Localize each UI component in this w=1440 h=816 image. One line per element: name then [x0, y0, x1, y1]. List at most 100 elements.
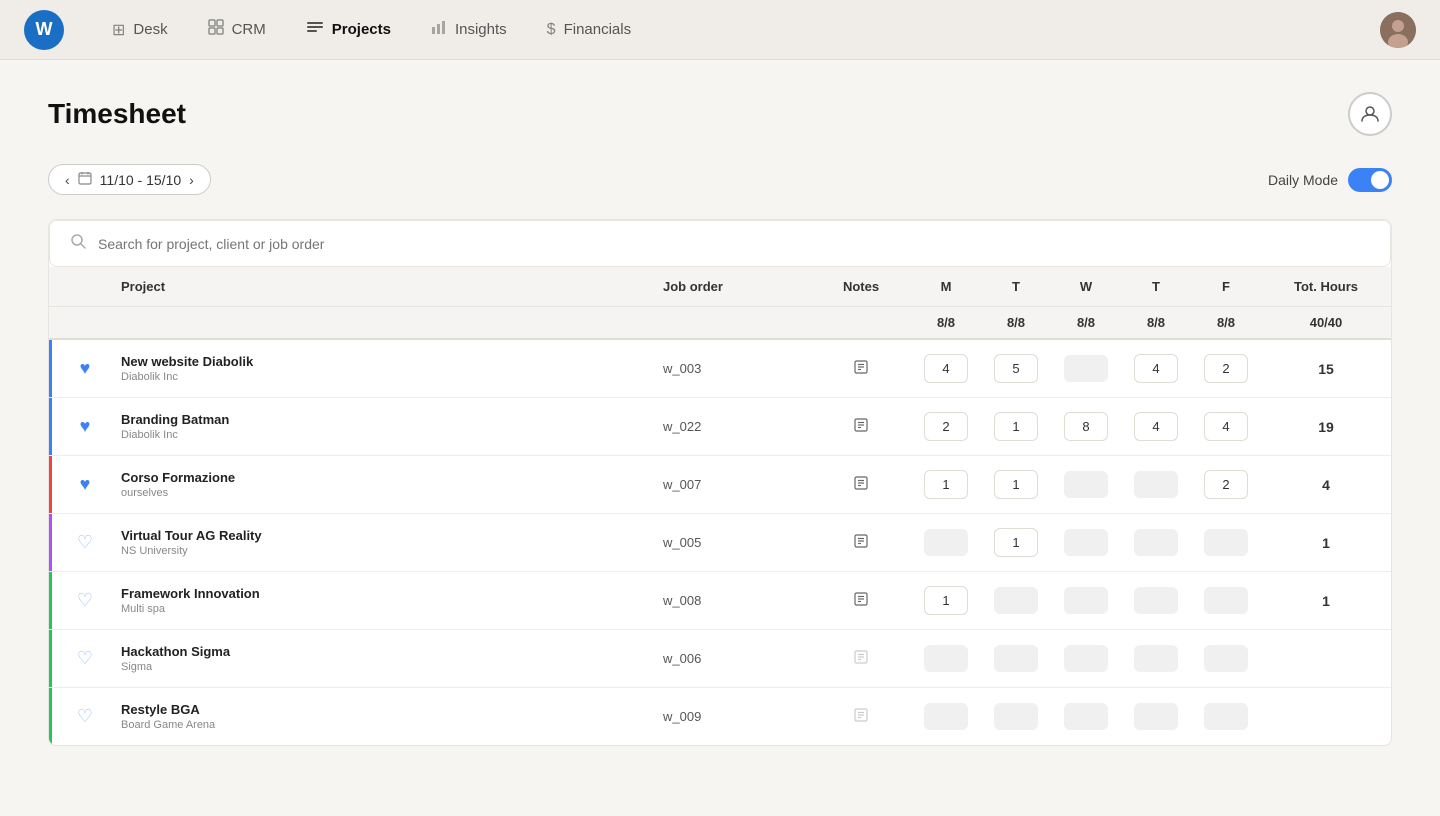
nav-desk[interactable]: ⊞ Desk [96, 12, 184, 48]
project-name: Branding Batman [121, 412, 643, 427]
nav-projects[interactable]: Projects [290, 10, 407, 49]
hours-cell[interactable]: 2 [1204, 354, 1248, 383]
fav-outline-icon[interactable]: ♡ [69, 648, 101, 669]
fav-outline-icon[interactable]: ♡ [69, 590, 101, 611]
total-m: 8/8 [911, 307, 981, 338]
cell-t2 [1121, 689, 1191, 744]
hours-cell[interactable]: 1 [994, 470, 1038, 499]
hours-cell-empty[interactable] [1064, 587, 1108, 614]
project-name: Framework Innovation [121, 586, 643, 601]
notes-icon[interactable] [853, 362, 869, 379]
hours-cell-empty[interactable] [1134, 587, 1178, 614]
job-order-cell: w_007 [651, 463, 811, 506]
notes-icon[interactable] [853, 536, 869, 553]
fav-filled-icon[interactable]: ♥ [69, 416, 101, 437]
notes-cell [811, 635, 911, 683]
cell-t2 [1121, 515, 1191, 570]
hours-cell-empty[interactable] [1064, 529, 1108, 556]
table-rows: ♥ New website Diabolik Diabolik Inc w_00… [49, 340, 1391, 745]
fav-outline-icon[interactable]: ♡ [69, 706, 101, 727]
notes-cell [811, 403, 911, 451]
nav-items: ⊞ Desk CRM Projects Insights $ Financial… [96, 10, 1380, 49]
notes-icon[interactable] [853, 710, 869, 727]
hours-cell-empty[interactable] [1064, 471, 1108, 498]
hours-cell-empty[interactable] [1134, 471, 1178, 498]
hours-cell-empty[interactable] [1204, 703, 1248, 730]
hours-cell[interactable]: 1 [994, 528, 1038, 557]
hours-cell[interactable]: 5 [994, 354, 1038, 383]
app-logo[interactable]: W [24, 10, 64, 50]
notes-icon[interactable] [853, 478, 869, 495]
row-indicator [49, 514, 52, 571]
cell-w: 8 [1051, 398, 1121, 455]
nav-insights[interactable]: Insights [415, 11, 523, 48]
hours-cell-empty[interactable] [1204, 587, 1248, 614]
cell-f [1191, 689, 1261, 744]
table-row: ♡ Restyle BGA Board Game Arena w_009 [49, 688, 1391, 745]
hours-cell-empty[interactable] [1064, 355, 1108, 382]
fav-outline-icon[interactable]: ♡ [69, 532, 101, 553]
col-m: M [911, 267, 981, 306]
hours-cell-empty[interactable] [924, 529, 968, 556]
project-client: NS University [121, 545, 643, 557]
search-input[interactable] [98, 236, 1370, 252]
hours-cell-empty[interactable] [994, 703, 1038, 730]
hours-cell-empty[interactable] [924, 703, 968, 730]
hours-cell-empty[interactable] [994, 587, 1038, 614]
nav-financials[interactable]: $ Financials [531, 13, 647, 47]
project-client: Board Game Arena [121, 719, 643, 731]
hours-cell[interactable]: 4 [1134, 412, 1178, 441]
totals-row: 8/8 8/8 8/8 8/8 8/8 40/40 [49, 307, 1391, 340]
notes-icon[interactable] [853, 652, 869, 669]
project-cell: Virtual Tour AG Reality NS University [109, 514, 651, 571]
job-order-cell: w_006 [651, 637, 811, 680]
hours-cell[interactable]: 2 [1204, 470, 1248, 499]
next-date-arrow[interactable]: › [189, 172, 194, 188]
notes-icon[interactable] [853, 594, 869, 611]
hours-cell[interactable]: 4 [1134, 354, 1178, 383]
cell-total [1261, 703, 1391, 731]
hours-cell-empty[interactable] [1064, 703, 1108, 730]
date-range-picker[interactable]: ‹ 11/10 - 15/10 › [48, 164, 211, 195]
hours-cell[interactable]: 1 [924, 586, 968, 615]
hours-cell-empty[interactable] [994, 645, 1038, 672]
hours-cell-empty[interactable] [1064, 645, 1108, 672]
hours-cell[interactable]: 8 [1064, 412, 1108, 441]
cell-w [1051, 457, 1121, 512]
cell-w [1051, 631, 1121, 686]
fav-filled-icon[interactable]: ♥ [69, 474, 101, 495]
hours-cell[interactable]: 4 [924, 354, 968, 383]
hours-cell-empty[interactable] [1134, 645, 1178, 672]
hours-cell[interactable]: 2 [924, 412, 968, 441]
hours-cell-empty[interactable] [1134, 703, 1178, 730]
hours-cell[interactable]: 1 [994, 412, 1038, 441]
hours-cell-empty[interactable] [1204, 529, 1248, 556]
project-name: Virtual Tour AG Reality [121, 528, 643, 543]
hours-cell-empty[interactable] [924, 645, 968, 672]
user-avatar[interactable] [1380, 12, 1416, 48]
fav-filled-icon[interactable]: ♥ [69, 358, 101, 379]
cell-total [1261, 645, 1391, 673]
cell-f [1191, 515, 1261, 570]
notes-icon[interactable] [853, 420, 869, 437]
project-cell: New website Diabolik Diabolik Inc [109, 340, 651, 397]
hours-cell-empty[interactable] [1134, 529, 1178, 556]
cell-total: 1 [1261, 521, 1391, 565]
hours-cell-empty[interactable] [1204, 645, 1248, 672]
main-content: Timesheet ‹ 11/10 - 15/10 › Daily Mode [0, 60, 1440, 816]
hours-cell[interactable]: 1 [924, 470, 968, 499]
person-icon-button[interactable] [1348, 92, 1392, 136]
job-order-cell: w_009 [651, 695, 811, 738]
nav-crm[interactable]: CRM [192, 11, 282, 48]
top-nav: W ⊞ Desk CRM Projects Insights $ Financi… [0, 0, 1440, 60]
hours-cell[interactable]: 4 [1204, 412, 1248, 441]
col-f: F [1191, 267, 1261, 306]
cell-m [911, 631, 981, 686]
cell-m [911, 515, 981, 570]
date-range-bar: ‹ 11/10 - 15/10 › Daily Mode [48, 164, 1392, 195]
prev-date-arrow[interactable]: ‹ [65, 172, 70, 188]
project-name: Corso Formazione [121, 470, 643, 485]
project-client: Diabolik Inc [121, 371, 643, 383]
daily-mode-toggle[interactable] [1348, 168, 1392, 192]
table-row: ♡ Virtual Tour AG Reality NS University … [49, 514, 1391, 572]
